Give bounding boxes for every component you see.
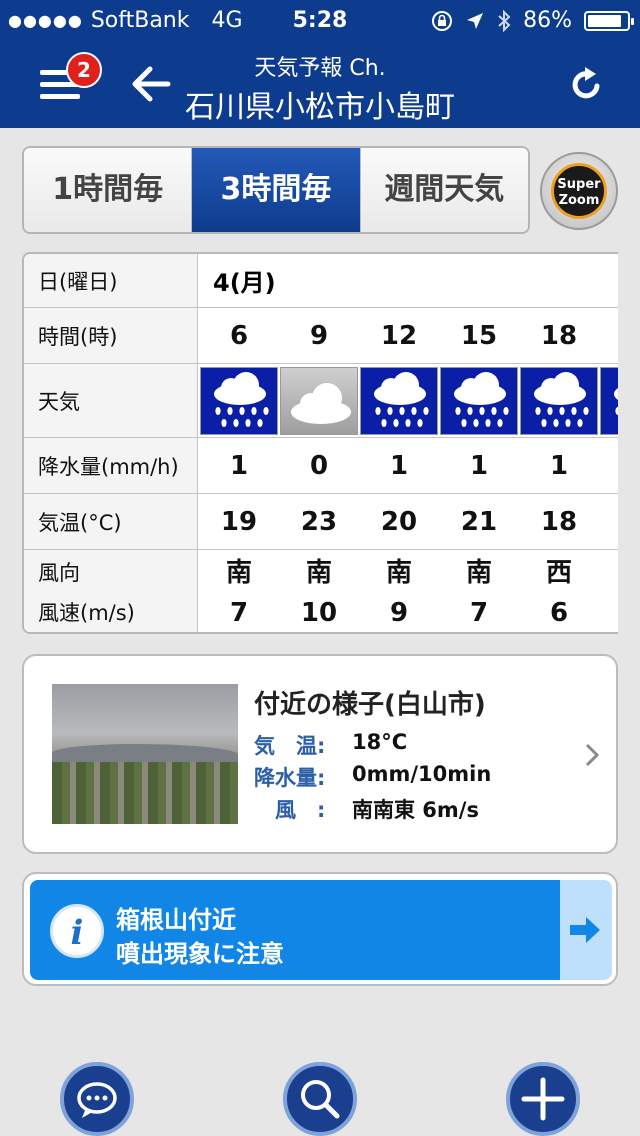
- bluetooth-icon: [498, 9, 511, 32]
- temp-cell: 19: [220, 506, 258, 537]
- forecast-table[interactable]: 日(曜日) 4(月) 時間(時) 6 9 12 15 18 天気 降水量(mm/h) 1…: [22, 252, 618, 634]
- wind-cell: 南7: [439, 550, 519, 632]
- refresh-icon: [572, 67, 600, 99]
- interval-tabs: 1時間毎 3時間毎 週間天気: [22, 146, 530, 234]
- refresh-button[interactable]: [566, 64, 606, 104]
- temp-cell: 21: [460, 506, 498, 537]
- tab-3-hour[interactable]: 3時間毎: [192, 148, 361, 232]
- row-hour: 時間(時) 6 9 12 15 18: [24, 308, 618, 364]
- label-wind: 風向 風速(m/s): [24, 550, 198, 632]
- wind-cell: 南 10: [279, 550, 359, 632]
- label-wind-dir: 風向: [38, 561, 80, 585]
- alert-message: i 箱根山付近 噴出現象に注意: [30, 880, 560, 980]
- nearby-conditions-card[interactable]: 付近の様子(白山市) 気 温: 18°C 降水量: 0mm/10min 風 : …: [22, 654, 618, 854]
- nearby-wind-key: 風 :: [254, 798, 326, 822]
- label-hour: 時間(時): [24, 308, 198, 363]
- nearby-temp-key: 気 温:: [254, 734, 326, 758]
- precip-cell: 1: [549, 450, 569, 481]
- photo-mountains: [52, 744, 238, 764]
- nearby-title: 付近の様子(白山市): [254, 690, 486, 720]
- precip-cell: 1: [389, 450, 409, 481]
- row-wind: 風向 風速(m/s) 南 7 南 10 南 9 南 7 西 6: [24, 550, 618, 632]
- super-zoom-button[interactable]: Super Zoom: [540, 152, 618, 230]
- alert-arrow-button[interactable]: [560, 880, 612, 980]
- alert-banner[interactable]: i 箱根山付近 噴出現象に注意: [22, 872, 618, 986]
- wind-cell: 西6: [519, 550, 599, 632]
- wind-direction: 南: [225, 558, 252, 588]
- wind-direction: 西: [545, 558, 572, 588]
- chat-icon: [77, 1082, 117, 1118]
- wind-speed: 6: [549, 598, 569, 628]
- rotation-lock-icon: [432, 10, 453, 31]
- wind-cell: 南9: [359, 550, 439, 632]
- hours-cell: 6: [229, 320, 249, 351]
- super-zoom-icon: Super Zoom: [551, 163, 607, 219]
- rain-icon: [440, 367, 518, 435]
- search-icon: [301, 1080, 340, 1119]
- nearby-wind-value: 南南東 6m/s: [352, 798, 479, 822]
- wind-speed: 7: [469, 598, 489, 628]
- add-button[interactable]: [506, 1062, 580, 1136]
- row-weather: 天気: [24, 364, 618, 438]
- wind-cell: 南7: [199, 550, 279, 632]
- super-zoom-label-2: Zoom: [558, 193, 600, 208]
- arrow-right-icon: [570, 917, 600, 943]
- tab-1-hour[interactable]: 1時間毎: [24, 148, 193, 232]
- hours-cell: 9: [309, 320, 329, 351]
- chevron-right-icon: [585, 743, 600, 767]
- wind-direction: 南: [465, 558, 492, 588]
- wind-direction: 南: [385, 558, 412, 588]
- label-temp: 気温(°C): [24, 494, 198, 549]
- row-precip: 降水量(mm/h) 1 0 1 1 1: [24, 438, 618, 494]
- row-date: 日(曜日) 4(月): [24, 254, 618, 308]
- add-icon: [521, 1077, 565, 1121]
- temp-cell: 18: [540, 506, 578, 537]
- label-date: 日(曜日): [24, 254, 198, 307]
- rain-icon: [520, 367, 598, 435]
- super-zoom-label-1: Super: [557, 177, 601, 192]
- precip-cell: 0: [309, 450, 329, 481]
- header-subtitle: 天気予報 Ch.: [254, 56, 386, 81]
- temp-cell: 23: [300, 506, 338, 537]
- nearby-precip-key: 降水量:: [254, 766, 326, 790]
- page-title: 石川県小松市小島町: [185, 90, 455, 125]
- precip-cell: 1: [469, 450, 489, 481]
- rain-icon: [200, 367, 278, 435]
- cloud-icon: [280, 367, 358, 435]
- alert-line-1: 箱根山付近: [116, 906, 236, 934]
- chat-button[interactable]: [60, 1062, 134, 1136]
- wind-speed: 10: [300, 598, 338, 628]
- precip-cell: 1: [229, 450, 249, 481]
- live-camera-photo: [52, 684, 238, 824]
- battery-icon: [584, 10, 634, 31]
- wind-direction: 南: [305, 558, 332, 588]
- info-icon: i: [50, 904, 104, 958]
- status-bar: ●●●●● SoftBank 4G 5:28 86%: [0, 0, 640, 40]
- hours-cell: 12: [380, 320, 418, 351]
- rain-icon: [360, 367, 438, 435]
- tab-weekly[interactable]: 週間天気: [360, 148, 528, 232]
- battery-percent: 86%: [523, 8, 572, 33]
- wind-speed: 9: [389, 598, 409, 628]
- hours-cell: 15: [460, 320, 498, 351]
- battery-fill: [588, 14, 621, 27]
- app-header: 2 天気予報 Ch. 石川県小松市小島町: [0, 40, 640, 128]
- label-precip: 降水量(mm/h): [24, 438, 198, 493]
- rain-icon: [600, 367, 618, 435]
- alert-line-2: 噴出現象に注意: [116, 940, 284, 968]
- photo-town: [52, 762, 238, 824]
- label-wind-speed: 風速(m/s): [38, 601, 135, 625]
- location-icon: [467, 12, 484, 29]
- nearby-temp-value: 18°C: [352, 730, 408, 754]
- temp-cell: 20: [380, 506, 418, 537]
- label-weather: 天気: [24, 364, 198, 437]
- date-value: 4(月): [213, 269, 276, 297]
- search-button[interactable]: [283, 1062, 357, 1136]
- nearby-precip-value: 0mm/10min: [352, 762, 492, 786]
- hours-cell: 18: [540, 320, 578, 351]
- wind-speed: 7: [229, 598, 249, 628]
- status-right: 86%: [431, 8, 634, 33]
- row-temp: 気温(°C) 19 23 20 21 18: [24, 494, 618, 550]
